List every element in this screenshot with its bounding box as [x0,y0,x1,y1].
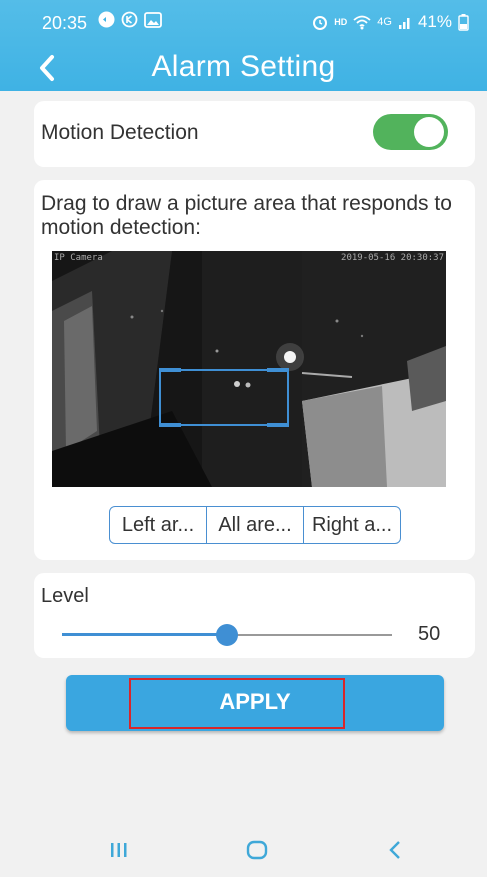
alarm-icon [313,16,328,30]
selection-rectangle[interactable] [159,368,289,427]
motion-detection-label: Motion Detection [41,121,199,144]
level-value: 50 [418,623,441,645]
slider-thumb[interactable] [216,624,238,646]
right-area-button[interactable]: Right a... [304,507,400,543]
left-area-button[interactable]: Left ar... [110,507,207,543]
corner-handle[interactable] [267,423,289,427]
level-card: Level 50 [34,573,475,658]
system-nav-bar [0,820,487,877]
recent-apps-icon[interactable] [110,840,128,860]
network-label: 4G [377,16,392,28]
camera-timestamp: 2019-05-16 20:30:37 [341,253,444,263]
corner-handle[interactable] [267,368,289,372]
app-header: 20:35 HD 4G 41% Alarm Setting [0,0,487,91]
signal-icon [398,17,410,29]
back-nav-icon[interactable] [387,840,403,860]
apply-label: APPLY [219,689,291,714]
level-label: Level [41,585,89,607]
all-area-button[interactable]: All are... [207,507,304,543]
notification-icon [98,11,115,28]
home-icon[interactable] [246,839,268,861]
apply-button[interactable]: APPLY [66,675,444,731]
status-time: 20:35 [42,13,88,33]
hd-icon: HD [334,17,348,27]
motion-detection-card: Motion Detection [34,101,475,167]
corner-handle[interactable] [159,368,181,372]
page-title: Alarm Setting [151,50,336,83]
level-slider[interactable] [62,624,392,646]
toggle-knob [414,117,444,147]
motion-detection-toggle[interactable] [373,114,448,150]
status-bar: 20:35 HD 4G 41% [0,0,487,44]
wifi-icon [353,15,371,29]
battery-icon [458,13,469,31]
area-description: Drag to draw a picture area that respond… [41,192,452,239]
camera-preview[interactable]: IP Camera 2019-05-16 20:30:37 [52,251,446,487]
detection-area-card: Drag to draw a picture area that respond… [34,180,475,560]
app-badge-icon [121,11,138,28]
corner-handle[interactable] [159,423,181,427]
area-button-group: Left ar... All are... Right a... [109,506,401,544]
battery-percent: 41% [417,12,452,31]
image-icon [144,11,162,28]
slider-fill [62,633,227,636]
camera-label: IP Camera [54,253,103,263]
